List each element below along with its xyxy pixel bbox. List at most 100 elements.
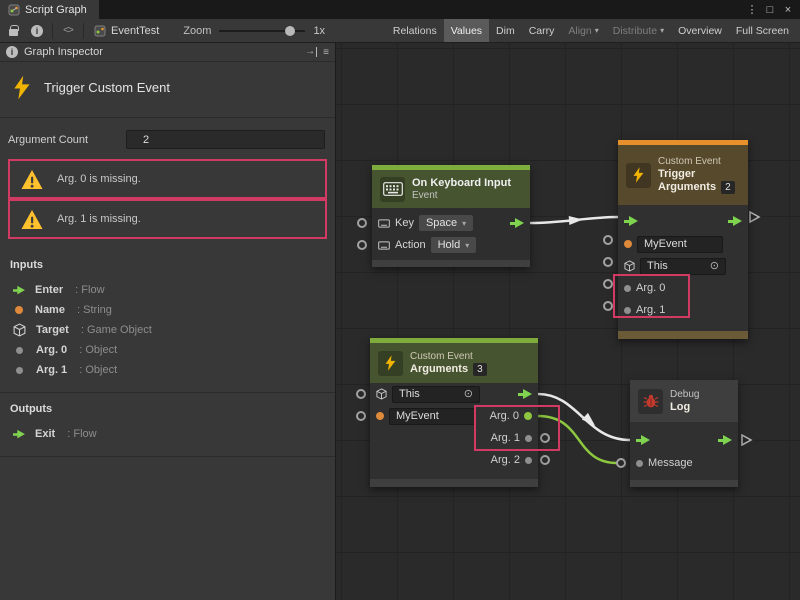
output-port[interactable]	[540, 455, 550, 465]
action-dropdown[interactable]: Hold▾	[431, 237, 477, 253]
distribute-button[interactable]: Distribute▾	[606, 19, 671, 42]
zoom-value: 1x	[313, 25, 325, 37]
value-out-port[interactable]	[525, 435, 532, 442]
node-debug-log[interactable]: Debug Log Message	[630, 380, 738, 487]
dock-icon[interactable]: →	[305, 47, 317, 57]
graph-toolbar: i <> EventTest Zoom 1x Relations Values …	[0, 19, 800, 43]
unity-script-graph-window: Script Graph ⋮ □ × i <> EventTest Zoom 1…	[0, 0, 800, 600]
code-view-icon[interactable]: <>	[59, 22, 77, 40]
event-name-row: MyEvent Arg. 0	[370, 405, 538, 427]
flow-out-port[interactable]	[728, 216, 742, 227]
flow-row	[618, 209, 748, 233]
event-name-field[interactable]: MyEvent	[637, 236, 723, 253]
input-port[interactable]	[603, 279, 613, 289]
dim-button[interactable]: Dim	[489, 19, 522, 42]
output-port[interactable]	[540, 433, 550, 443]
node-header: Custom Event Arguments3	[370, 343, 538, 383]
zoom-slider-knob[interactable]	[285, 26, 295, 36]
lightning-bolt-icon	[626, 163, 651, 188]
key-dropdown[interactable]: Space▾	[419, 215, 473, 231]
object-dot-icon	[16, 367, 23, 374]
close-icon[interactable]: ×	[780, 2, 796, 18]
input-port[interactable]	[603, 301, 613, 311]
node-title-line2: Arguments2	[658, 181, 735, 194]
fullscreen-button[interactable]: Full Screen	[729, 19, 796, 42]
lightning-bolt-icon	[12, 74, 32, 101]
message-row: Message	[630, 452, 738, 474]
node-custom-event[interactable]: Custom Event Arguments3 This⊙ MyEvent	[370, 338, 538, 487]
object-port-dot[interactable]	[624, 307, 631, 314]
object-port-dot[interactable]	[624, 285, 631, 292]
list-item: Enter : Flow	[10, 280, 325, 300]
event-name-field[interactable]: MyEvent	[389, 408, 475, 425]
warning-item: Arg. 1 is missing.	[8, 199, 327, 239]
flow-in-port[interactable]	[636, 435, 650, 446]
tab-script-graph[interactable]: Script Graph	[0, 0, 99, 19]
node-title: On Keyboard Input	[412, 177, 511, 190]
align-button[interactable]: Align▾	[561, 19, 605, 42]
arg-label: Arg. 0	[490, 410, 519, 422]
carry-button[interactable]: Carry	[522, 19, 562, 42]
flow-out-port[interactable]	[718, 435, 732, 446]
relations-button[interactable]: Relations	[386, 19, 444, 42]
menu-icon[interactable]: ⋮	[744, 2, 760, 18]
selected-node-title: Trigger Custom Event	[44, 80, 170, 95]
input-port[interactable]	[356, 389, 366, 399]
values-button[interactable]: Values	[444, 19, 489, 42]
flow-arrow-icon	[13, 429, 25, 438]
graph-inspector-panel: i Graph Inspector → ≡ Trigger Custom Eve…	[0, 43, 336, 600]
flow-row	[630, 428, 738, 452]
message-label: Message	[648, 457, 693, 469]
target-picker-icon[interactable]: ⊙	[464, 389, 473, 400]
flow-in-port[interactable]	[624, 216, 638, 227]
arg-label: Arg. 1	[491, 432, 520, 444]
value-out-port[interactable]	[524, 412, 532, 420]
flow-out-port[interactable]	[510, 218, 524, 229]
argument-count-input[interactable]	[126, 130, 325, 149]
keyboard-icon	[380, 177, 405, 202]
lock-icon[interactable]	[4, 22, 22, 40]
node-on-keyboard-input[interactable]: On Keyboard Input Event Key Space▾ Actio…	[372, 165, 530, 267]
action-row: Action Hold▾	[372, 234, 530, 256]
argument-count-label: Argument Count	[8, 134, 126, 146]
flow-continuation-triangle	[742, 435, 751, 445]
warning-triangle-icon	[20, 209, 44, 230]
input-port[interactable]	[603, 235, 613, 245]
node-footer	[630, 480, 738, 487]
info-icon[interactable]: i	[28, 22, 46, 40]
string-port-dot[interactable]	[376, 412, 384, 420]
arg-label: Arg. 2	[491, 454, 520, 466]
node-subtitle: Event	[412, 190, 511, 202]
flow-out-port[interactable]	[518, 389, 532, 400]
target-row: This⊙	[370, 383, 538, 405]
target-row: This⊙	[618, 255, 748, 277]
node-header: Debug Log	[630, 380, 738, 422]
graph-breadcrumb[interactable]: EventTest	[90, 25, 163, 37]
zoom-slider[interactable]	[219, 24, 305, 38]
node-header: On Keyboard Input Event	[372, 170, 530, 208]
overview-button[interactable]: Overview	[671, 19, 729, 42]
cube-icon	[13, 323, 26, 337]
input-port[interactable]	[356, 411, 366, 421]
target-field[interactable]: This⊙	[392, 386, 480, 403]
event-name-row: MyEvent	[618, 233, 748, 255]
input-port[interactable]	[357, 218, 367, 228]
inputs-title: Inputs	[10, 259, 325, 271]
input-port[interactable]	[603, 257, 613, 267]
target-field[interactable]: This⊙	[640, 258, 726, 275]
arg-row: Arg. 1	[370, 427, 538, 449]
target-picker-icon[interactable]: ⊙	[710, 261, 719, 272]
node-trigger-custom-event[interactable]: Custom Event Trigger Arguments2 MyEvent …	[618, 140, 748, 339]
object-port-dot[interactable]	[636, 460, 643, 467]
value-out-port[interactable]	[525, 457, 532, 464]
input-port[interactable]	[357, 240, 367, 250]
graph-canvas[interactable]: On Keyboard Input Event Key Space▾ Actio…	[336, 43, 800, 600]
collapse-icon[interactable]: ≡	[323, 47, 329, 58]
node-body: MyEvent This⊙ Arg. 0 Arg. 1	[618, 205, 748, 331]
wire-arg0-to-message	[538, 416, 617, 463]
input-port[interactable]	[616, 458, 626, 468]
string-port-dot[interactable]	[624, 240, 632, 248]
wire-arrowhead	[569, 215, 584, 225]
arg-row: Arg. 0	[618, 277, 748, 299]
maximize-icon[interactable]: □	[762, 2, 778, 18]
